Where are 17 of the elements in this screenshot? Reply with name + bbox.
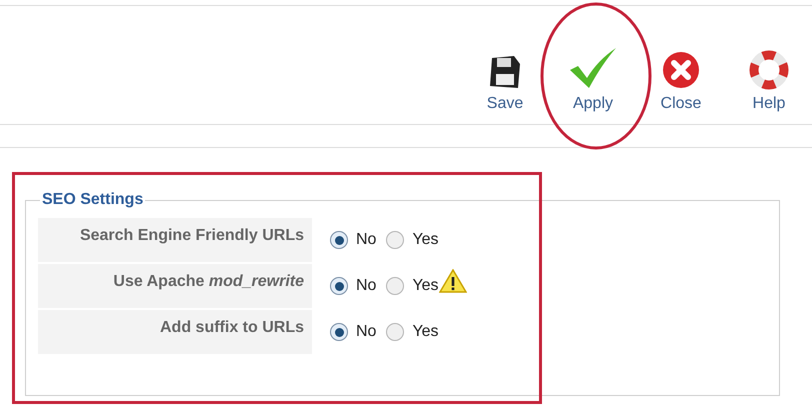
toolbar-button[interactable]: Close [648,32,714,112]
radio-option[interactable]: Yes [386,228,439,252]
toolbar-button[interactable]: Save [472,32,538,112]
radio-option[interactable]: No [330,274,376,298]
section-title: SEO Settings [41,190,144,210]
radio-option[interactable]: Yes [386,320,439,344]
check-mark-icon [568,48,618,90]
setting-label: Add suffix to URLs [38,310,312,354]
close-icon [661,50,701,90]
radio-option[interactable]: No [330,320,376,344]
radio-option[interactable]: Yes [386,274,439,298]
warning-icon [438,269,467,293]
setting-label: Use Apache mod_rewrite [38,264,312,308]
setting-label: Search Engine Friendly URLs [38,218,312,262]
toolbar-button[interactable]: Help [736,32,802,112]
radio-option[interactable]: No [330,228,376,252]
life-ring-icon [749,50,789,90]
